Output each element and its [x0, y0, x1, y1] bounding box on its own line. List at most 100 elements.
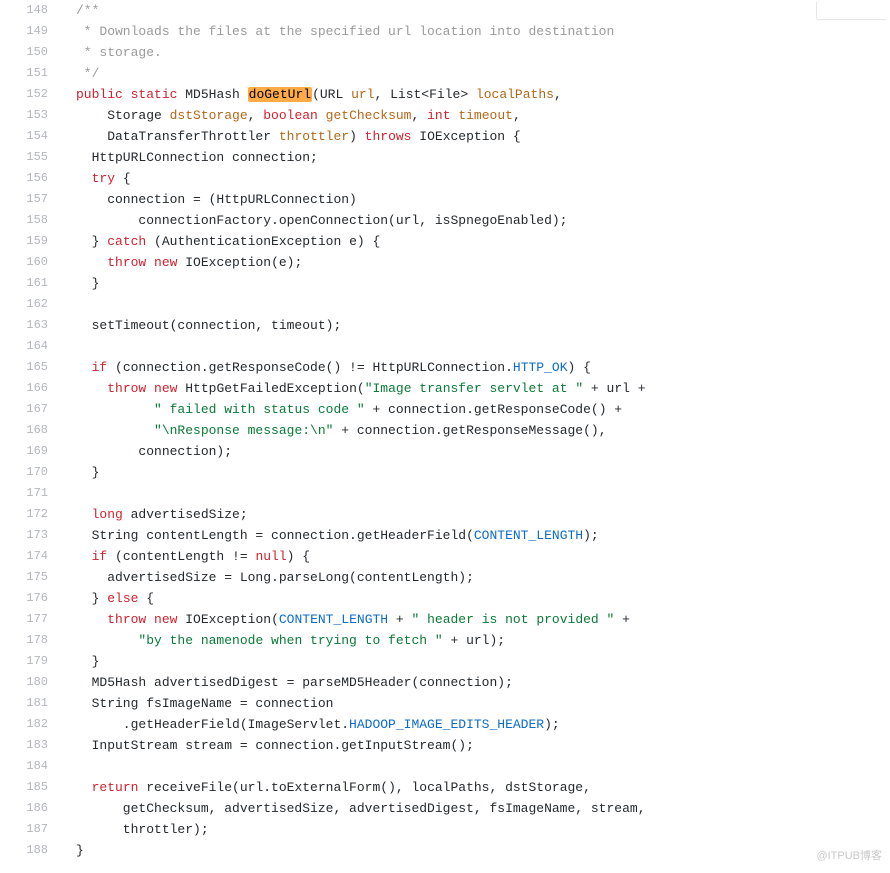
line-number: 183 [0, 735, 58, 756]
code-content[interactable]: throw new IOException(e); [58, 252, 890, 273]
code-content[interactable]: } catch (AuthenticationException e) { [58, 231, 890, 252]
line-number: 162 [0, 294, 58, 315]
watermark-label: @ITPUB博客 [816, 846, 882, 867]
code-line: 177 throw new IOException(CONTENT_LENGTH… [0, 609, 890, 630]
line-number: 174 [0, 546, 58, 567]
code-content[interactable]: if (contentLength != null) { [58, 546, 890, 567]
line-number: 185 [0, 777, 58, 798]
code-content[interactable]: } else { [58, 588, 890, 609]
line-number: 164 [0, 336, 58, 357]
code-content[interactable]: connection = (HttpURLConnection) [58, 189, 890, 210]
code-content[interactable]: "\nResponse message:\n" + connection.get… [58, 420, 890, 441]
line-number: 176 [0, 588, 58, 609]
code-line: 165 if (connection.getResponseCode() != … [0, 357, 890, 378]
line-number: 151 [0, 63, 58, 84]
code-content[interactable]: MD5Hash advertisedDigest = parseMD5Heade… [58, 672, 890, 693]
code-content[interactable]: } [58, 840, 890, 861]
code-content[interactable] [58, 336, 890, 357]
code-line: 180 MD5Hash advertisedDigest = parseMD5H… [0, 672, 890, 693]
code-line: 173 String contentLength = connection.ge… [0, 525, 890, 546]
code-line: 157 connection = (HttpURLConnection) [0, 189, 890, 210]
code-content[interactable]: /** [58, 0, 890, 21]
line-number: 186 [0, 798, 58, 819]
code-line: 150 * storage. [0, 42, 890, 63]
line-number: 171 [0, 483, 58, 504]
corner-fold-box [816, 2, 886, 20]
code-content[interactable]: .getHeaderField(ImageServlet.HADOOP_IMAG… [58, 714, 890, 735]
line-number: 160 [0, 252, 58, 273]
code-content[interactable]: try { [58, 168, 890, 189]
line-number: 155 [0, 147, 58, 168]
code-content[interactable]: " failed with status code " + connection… [58, 399, 890, 420]
line-number: 182 [0, 714, 58, 735]
code-content[interactable]: long advertisedSize; [58, 504, 890, 525]
line-number: 179 [0, 651, 58, 672]
code-content[interactable]: Storage dstStorage, boolean getChecksum,… [58, 105, 890, 126]
code-line: 166 throw new HttpGetFailedException("Im… [0, 378, 890, 399]
code-content[interactable]: connection); [58, 441, 890, 462]
code-content[interactable]: connectionFactory.openConnection(url, is… [58, 210, 890, 231]
code-line: 154 DataTransferThrottler throttler) thr… [0, 126, 890, 147]
code-content[interactable]: InputStream stream = connection.getInput… [58, 735, 890, 756]
line-number: 180 [0, 672, 58, 693]
code-content[interactable]: DataTransferThrottler throttler) throws … [58, 126, 890, 147]
code-line: 185 return receiveFile(url.toExternalFor… [0, 777, 890, 798]
line-number: 158 [0, 210, 58, 231]
code-line: 156 try { [0, 168, 890, 189]
code-content[interactable]: } [58, 273, 890, 294]
code-line: 160 throw new IOException(e); [0, 252, 890, 273]
code-content[interactable]: String fsImageName = connection [58, 693, 890, 714]
code-line: 155 HttpURLConnection connection; [0, 147, 890, 168]
line-number: 170 [0, 462, 58, 483]
code-line: 164 [0, 336, 890, 357]
code-line: 172 long advertisedSize; [0, 504, 890, 525]
code-content[interactable]: String contentLength = connection.getHea… [58, 525, 890, 546]
line-number: 177 [0, 609, 58, 630]
line-number: 175 [0, 567, 58, 588]
code-content[interactable]: */ [58, 63, 890, 84]
code-content[interactable]: public static MD5Hash doGetUrl(URL url, … [58, 84, 890, 105]
code-content[interactable]: return receiveFile(url.toExternalForm(),… [58, 777, 890, 798]
code-content[interactable]: if (connection.getResponseCode() != Http… [58, 357, 890, 378]
code-line: 169 connection); [0, 441, 890, 462]
line-number: 172 [0, 504, 58, 525]
line-number: 181 [0, 693, 58, 714]
code-line: 161 } [0, 273, 890, 294]
code-line: 175 advertisedSize = Long.parseLong(cont… [0, 567, 890, 588]
code-line: 181 String fsImageName = connection [0, 693, 890, 714]
code-line: 148/** [0, 0, 890, 21]
code-line: 188} [0, 840, 890, 861]
line-number: 149 [0, 21, 58, 42]
code-line: 176 } else { [0, 588, 890, 609]
code-content[interactable]: * storage. [58, 42, 890, 63]
code-content[interactable]: getChecksum, advertisedSize, advertisedD… [58, 798, 890, 819]
code-line: 187 throttler); [0, 819, 890, 840]
code-content[interactable]: throw new HttpGetFailedException("Image … [58, 378, 890, 399]
code-content[interactable]: HttpURLConnection connection; [58, 147, 890, 168]
code-content[interactable]: "by the namenode when trying to fetch " … [58, 630, 890, 651]
code-content[interactable] [58, 756, 890, 777]
code-content[interactable]: throttler); [58, 819, 890, 840]
code-line: 149 * Downloads the files at the specifi… [0, 21, 890, 42]
code-line: 170 } [0, 462, 890, 483]
code-line: 171 [0, 483, 890, 504]
code-content[interactable] [58, 483, 890, 504]
code-content[interactable]: } [58, 651, 890, 672]
line-number: 169 [0, 441, 58, 462]
line-number: 184 [0, 756, 58, 777]
line-number: 153 [0, 105, 58, 126]
code-content[interactable]: } [58, 462, 890, 483]
code-line: 178 "by the namenode when trying to fetc… [0, 630, 890, 651]
code-content[interactable]: * Downloads the files at the specified u… [58, 21, 890, 42]
line-number: 166 [0, 378, 58, 399]
code-content[interactable]: advertisedSize = Long.parseLong(contentL… [58, 567, 890, 588]
line-number: 156 [0, 168, 58, 189]
code-content[interactable]: throw new IOException(CONTENT_LENGTH + "… [58, 609, 890, 630]
code-content[interactable] [58, 294, 890, 315]
code-content[interactable]: setTimeout(connection, timeout); [58, 315, 890, 336]
code-line: 184 [0, 756, 890, 777]
code-line: 179 } [0, 651, 890, 672]
line-number: 148 [0, 0, 58, 21]
line-number: 161 [0, 273, 58, 294]
code-line: 159 } catch (AuthenticationException e) … [0, 231, 890, 252]
